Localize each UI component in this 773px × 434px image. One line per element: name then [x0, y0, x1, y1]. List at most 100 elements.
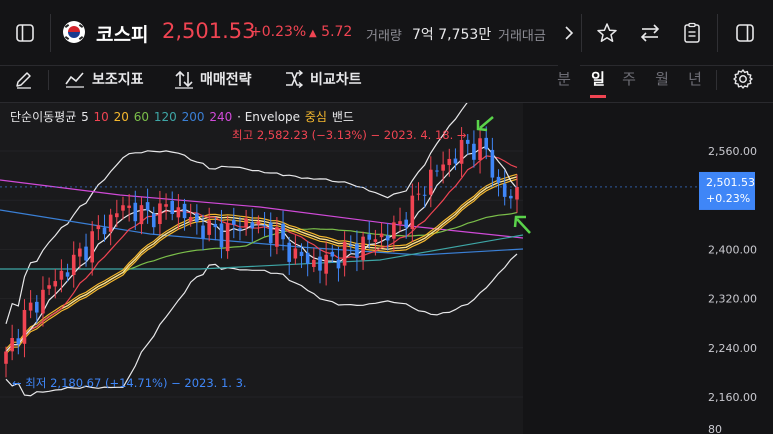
- candle-body: [281, 223, 285, 240]
- candle-body: [515, 186, 519, 200]
- candle-body: [459, 139, 464, 164]
- right-panel-toggle-button[interactable]: [720, 0, 770, 66]
- scroll-right-button[interactable]: [558, 0, 580, 66]
- candlestick-chart-svg[interactable]: 2,560.00 2,400.00 2,320.00 2,240.00 2,160.00…: [0, 88, 773, 434]
- active-period-indicator: [590, 95, 606, 98]
- chevron-right-icon: [565, 26, 574, 40]
- chart-settings-button[interactable]: [728, 66, 758, 92]
- candle-body: [90, 231, 94, 263]
- candle-body: [330, 251, 335, 257]
- candle-body: [299, 251, 304, 257]
- swap-arrows-icon: [640, 24, 660, 42]
- candle-body: [47, 285, 51, 289]
- candle-body: [293, 248, 298, 259]
- sidebar-panel-icon: [16, 24, 34, 42]
- index-title[interactable]: 코스피: [96, 20, 148, 47]
- period-day-tab[interactable]: 일: [587, 68, 609, 89]
- candle-body: [65, 272, 70, 277]
- candle-body: [238, 228, 242, 231]
- candle-body: [121, 205, 125, 211]
- candle-body: [275, 227, 279, 247]
- current-price: 2,501.53: [162, 19, 256, 43]
- candle-body: [318, 256, 322, 271]
- envelope-center-legend: 중심: [304, 110, 327, 124]
- chart-toolbar: 보조지표 매매전략 비교차트 분 일 주 월 년: [0, 66, 773, 102]
- candle-body: [53, 281, 58, 287]
- candle-body: [219, 223, 224, 248]
- candle-body: [398, 221, 402, 225]
- candle-body: [71, 254, 76, 276]
- star-icon: [597, 23, 617, 42]
- period-minute-tab[interactable]: 분: [553, 68, 575, 89]
- price-chart[interactable]: 2,560.00 2,400.00 2,320.00 2,240.00 2,160.00…: [0, 88, 773, 434]
- current-price-tag-price: 2,501.53: [706, 176, 755, 189]
- candle-body: [355, 243, 359, 258]
- ma-legend-period-200: 200: [181, 110, 205, 124]
- candle-body: [490, 149, 495, 178]
- volume-axis-label: 80: [708, 423, 722, 434]
- candle-body: [182, 203, 187, 219]
- period-month-tab[interactable]: 월: [651, 68, 673, 89]
- candle-body: [441, 164, 445, 171]
- candle-body: [287, 242, 292, 262]
- candle-body: [392, 222, 396, 239]
- toolbar-divider: [48, 70, 49, 90]
- header-bar: 코스피 2,501.53 +0.23% ▲ 5.72 거래량 7억 7,753만…: [0, 0, 773, 66]
- gear-icon: [733, 69, 753, 89]
- candle-body: [435, 170, 439, 172]
- candle-body: [59, 270, 64, 280]
- candle-body: [176, 207, 181, 218]
- candle-body: [16, 338, 21, 345]
- candle-body: [361, 236, 365, 261]
- notes-button[interactable]: [667, 0, 717, 66]
- candle-body: [145, 202, 150, 211]
- candle-body: [231, 219, 236, 225]
- draw-tool-button[interactable]: [14, 66, 34, 92]
- candle-body: [496, 176, 501, 183]
- candle-body: [207, 220, 211, 235]
- candle-body: [484, 137, 489, 150]
- envelope-band-legend: 밴드: [331, 110, 354, 124]
- candle-body: [22, 309, 27, 344]
- candle-body: [447, 158, 452, 166]
- ma-legend-period-120: 120: [153, 110, 177, 124]
- up-triangle-icon: ▲: [309, 28, 317, 39]
- candle-body: [201, 225, 205, 239]
- y-axis-tick-label: 2,560.00: [708, 145, 757, 158]
- period-week-tab[interactable]: 주: [618, 68, 640, 89]
- candle-body: [262, 224, 267, 227]
- compare-chart-label: 비교차트: [310, 72, 362, 88]
- strategy-label: 매매전략: [200, 72, 252, 88]
- toolbar-divider: [716, 70, 717, 90]
- indicator-button[interactable]: 보조지표: [64, 66, 144, 92]
- candle-body: [96, 225, 101, 230]
- candle-body: [10, 337, 14, 352]
- candle-body: [164, 204, 168, 207]
- candle-body: [188, 217, 193, 222]
- candle-body: [385, 235, 390, 241]
- candle-body: [379, 233, 384, 238]
- period-year-tab[interactable]: 년: [684, 68, 706, 89]
- candle-body: [416, 193, 421, 195]
- candle-body: [151, 213, 156, 228]
- amount-label: 거래대금: [498, 29, 546, 44]
- sidebar-toggle-button[interactable]: [0, 0, 50, 66]
- candle-body: [4, 351, 8, 364]
- candle-body: [478, 138, 482, 161]
- candle-body: [170, 200, 175, 214]
- candle-body: [84, 246, 88, 261]
- y-axis-tick-label: 2,400.00: [708, 243, 757, 256]
- ma-legend-name: 단순이동평균: [10, 110, 77, 124]
- volume-value: 7억 7,753만: [412, 27, 492, 43]
- candle-body: [41, 289, 45, 314]
- candle-body: [250, 222, 255, 229]
- candle-body: [195, 213, 199, 222]
- candle-body: [268, 222, 273, 244]
- candle-body: [244, 218, 248, 227]
- candle-body: [115, 213, 119, 218]
- compare-cross-arrows-icon: [286, 70, 304, 88]
- strategy-button[interactable]: 매매전략: [174, 66, 252, 92]
- moving-average-legend[interactable]: 단순이동평균 5 10 20 60 120 200 240 · Envelope…: [10, 108, 355, 125]
- candle-body: [28, 302, 33, 311]
- compare-chart-button[interactable]: 비교차트: [284, 66, 362, 92]
